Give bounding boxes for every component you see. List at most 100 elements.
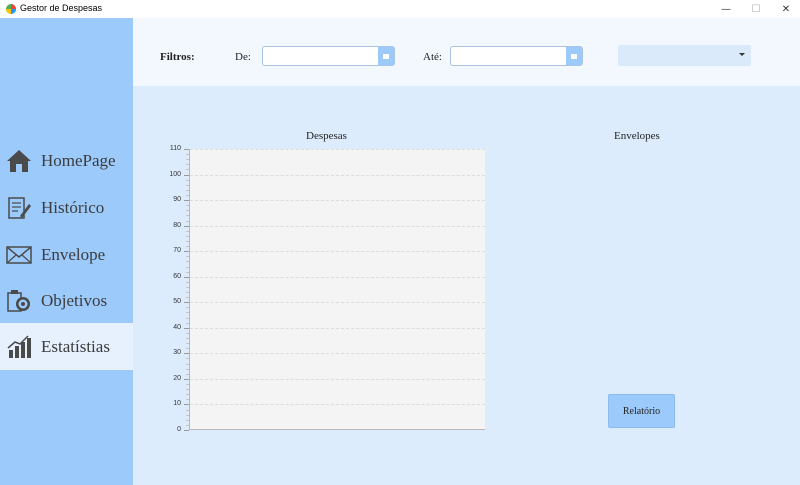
y-tick [184,226,189,227]
y-minor-tick [186,261,189,262]
y-minor-tick [186,169,189,170]
despesas-chart-plot-area [190,149,485,430]
gridline [190,149,485,150]
minimize-button[interactable]: — [709,0,743,18]
envelope-icon [6,245,32,264]
y-tick-label: 10 [173,400,181,407]
sidebar-item-historico[interactable]: Histórico [0,184,133,231]
y-minor-tick [186,399,189,400]
y-minor-tick [186,256,189,257]
y-minor-tick [186,267,189,268]
history-icon [8,196,31,219]
y-minor-tick [186,282,189,283]
y-tick [184,302,189,303]
y-minor-tick [186,205,189,206]
gridline [190,277,485,278]
y-tick-label: 110 [169,145,181,152]
y-tick-label: 80 [173,222,181,229]
app-logo-icon [6,4,16,14]
y-tick [184,149,189,150]
y-minor-tick [186,236,189,237]
y-tick-label: 20 [173,375,181,382]
y-minor-tick [186,410,189,411]
y-tick-label: 90 [173,196,181,203]
gridline [190,404,485,405]
y-tick [184,379,189,380]
y-minor-tick [186,297,189,298]
y-minor-tick [186,159,189,160]
y-tick-label: 0 [177,426,181,433]
bar-chart-icon [7,334,31,358]
close-button[interactable]: ✕ [769,0,800,18]
y-tick [184,200,189,201]
gridline [190,251,485,252]
y-minor-tick [186,215,189,216]
y-minor-tick [186,348,189,349]
y-tick [184,404,189,405]
sidebar-item-objetivos[interactable]: Objetivos [0,277,133,324]
sidebar-item-estatistias[interactable]: Estatístias [0,323,133,370]
y-minor-tick [186,241,189,242]
filters-label: Filtros: [160,51,195,63]
from-date-picker[interactable] [262,46,395,66]
y-tick-label: 30 [173,349,181,356]
despesas-chart-title: Despesas [306,130,347,142]
from-date-label: De: [235,51,251,63]
y-tick [184,353,189,354]
y-tick [184,430,189,431]
home-icon [7,149,31,172]
calendar-icon[interactable] [566,47,582,65]
y-tick-label: 40 [173,324,181,331]
y-minor-tick [186,231,189,232]
to-date-label: Até: [423,51,442,63]
sidebar-item-label: Envelope [41,244,106,264]
y-minor-tick [186,384,189,385]
y-minor-tick [186,185,189,186]
y-minor-tick [186,312,189,313]
gridline [190,175,485,176]
y-tick-label: 50 [173,298,181,305]
y-minor-tick [186,164,189,165]
calendar-icon[interactable] [378,47,394,65]
y-minor-tick [186,358,189,359]
report-button[interactable]: Relatório [608,394,675,428]
sidebar-item-label: Objetivos [41,290,108,310]
y-tick [184,251,189,252]
y-minor-tick [186,287,189,288]
y-minor-tick [186,343,189,344]
y-minor-tick [186,425,189,426]
gridline [190,200,485,201]
gridline [190,328,485,329]
y-minor-tick [186,420,189,421]
y-tick [184,328,189,329]
y-minor-tick [186,323,189,324]
title-bar: Gestor de Despesas — ☐ ✕ [0,0,800,18]
y-tick-label: 100 [169,171,181,178]
y-tick [184,277,189,278]
envelopes-chart-area [510,149,770,379]
sidebar-item-label: Estatístias [41,336,110,356]
filter-bar: Filtros: De: Até: [133,18,800,86]
y-tick [184,175,189,176]
sidebar-item-homepage[interactable]: HomePage [0,137,133,184]
target-icon [7,289,30,312]
y-minor-tick [186,190,189,191]
category-select[interactable] [618,45,751,66]
y-minor-tick [186,221,189,222]
sidebar-item-envelope[interactable]: Envelope [0,231,133,278]
y-minor-tick [186,154,189,155]
y-minor-tick [186,389,189,390]
chevron-down-icon [739,53,745,56]
y-minor-tick [186,374,189,375]
maximize-button[interactable]: ☐ [739,0,773,18]
to-date-picker[interactable] [450,46,583,66]
gridline [190,302,485,303]
y-minor-tick [186,364,189,365]
y-minor-tick [186,338,189,339]
y-minor-tick [186,394,189,395]
y-minor-tick [186,272,189,273]
y-minor-tick [186,180,189,181]
envelopes-chart-title: Envelopes [614,130,660,142]
y-minor-tick [186,195,189,196]
y-minor-tick [186,210,189,211]
